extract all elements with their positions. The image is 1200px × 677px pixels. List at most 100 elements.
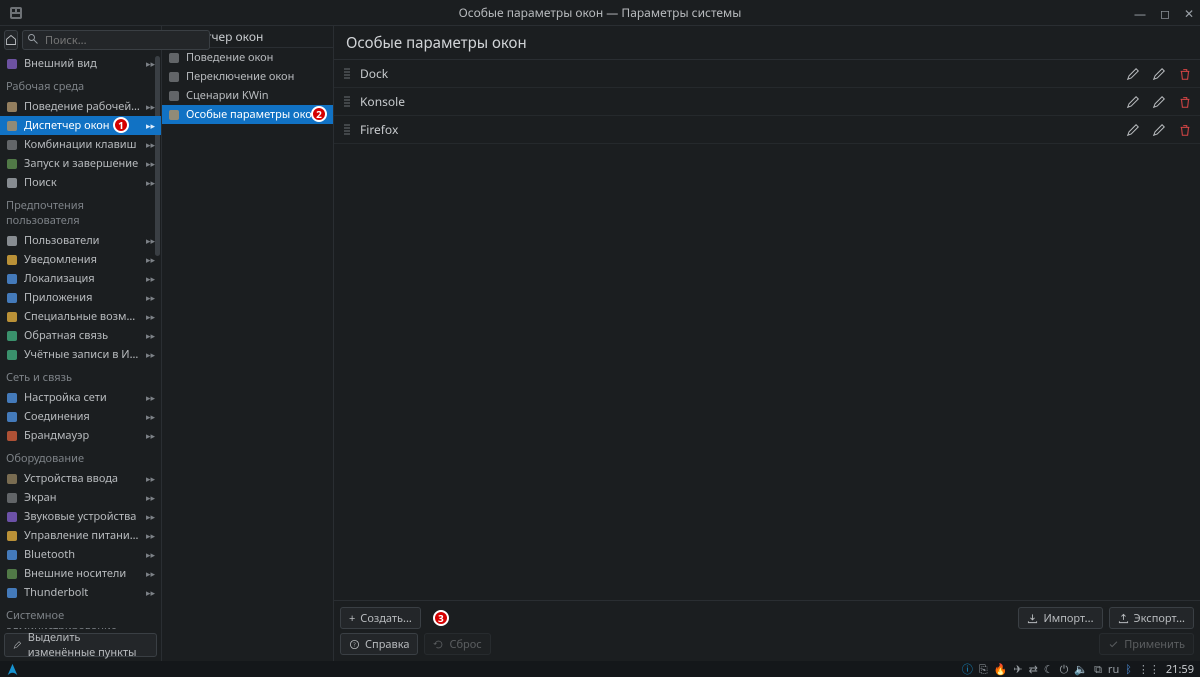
- page-title: Особые параметры окон: [334, 26, 1200, 60]
- sidebar-item-label: Управление питанием: [24, 528, 140, 543]
- drag-handle-icon[interactable]: [342, 123, 352, 137]
- sidebar-item-removable[interactable]: Внешние носители▸▸: [0, 564, 161, 583]
- sidebar-item-workspace-behavior[interactable]: Поведение рабочей среды▸▸: [0, 97, 161, 116]
- flag-icon: [6, 273, 18, 285]
- tray-fire-icon[interactable]: 🔥: [994, 662, 1008, 677]
- sidebar-item-users[interactable]: Пользователи▸▸: [0, 231, 161, 250]
- sidebar-item-network[interactable]: Настройка сети▸▸: [0, 388, 161, 407]
- sidebar-item-label: Настройка сети: [24, 390, 140, 405]
- tray-sync-icon[interactable]: ⇄: [1029, 662, 1038, 677]
- apply-button[interactable]: Применить: [1099, 633, 1194, 655]
- tray-telegram-icon[interactable]: ✈: [1013, 662, 1022, 677]
- clock[interactable]: 21:59: [1166, 662, 1194, 677]
- duplicate-rule-button[interactable]: [1152, 123, 1166, 137]
- sidebar-item-display[interactable]: Экран▸▸: [0, 488, 161, 507]
- window-icon: [168, 52, 180, 64]
- tray-volume-icon[interactable]: 🔈: [1074, 662, 1088, 677]
- subsidebar-item-kwin-scripts[interactable]: Сценарии KWin: [162, 86, 333, 105]
- create-button-label: Создать...: [360, 611, 412, 626]
- sidebar-item-feedback[interactable]: Обратная связь▸▸: [0, 326, 161, 345]
- check-icon: [1108, 639, 1119, 650]
- sidebar-item-applications[interactable]: Приложения▸▸: [0, 288, 161, 307]
- sidebar-item-online-accounts[interactable]: Учётные записи в Интернете▸▸: [0, 345, 161, 364]
- export-button[interactable]: Экспорт...: [1109, 607, 1194, 629]
- home-button[interactable]: [4, 30, 18, 50]
- sidebar-item-regional[interactable]: Локализация▸▸: [0, 269, 161, 288]
- subsidebar-item-label: Сценарии KWin: [186, 88, 327, 103]
- subsidebar-item-window-rules[interactable]: Особые параметры окон2: [162, 105, 333, 124]
- bell-icon: [6, 254, 18, 266]
- sidebar-item-accessibility[interactable]: Специальные возможности▸▸: [0, 307, 161, 326]
- minimize-button[interactable]: —: [1134, 5, 1146, 22]
- delete-rule-button[interactable]: [1178, 95, 1192, 109]
- sidebar-item-startup[interactable]: Запуск и завершение▸▸: [0, 154, 161, 173]
- rule-row[interactable]: Konsole: [334, 88, 1200, 116]
- rule-row[interactable]: Dock: [334, 60, 1200, 88]
- reset-button[interactable]: Сброс: [424, 633, 490, 655]
- sidebar-item-bluetooth[interactable]: Bluetooth▸▸: [0, 545, 161, 564]
- duplicate-rule-button[interactable]: [1152, 67, 1166, 81]
- sidebar-item-appearance[interactable]: Внешний вид▸▸: [0, 54, 161, 73]
- sidebar-category-header: Оборудование: [0, 445, 161, 469]
- connections-icon: [6, 411, 18, 423]
- keyboard-layout[interactable]: ru: [1108, 662, 1119, 677]
- arch-icon: [6, 663, 19, 676]
- sidebar-item-label: Специальные возможности: [24, 309, 140, 324]
- sidebar-item-connections[interactable]: Соединения▸▸: [0, 407, 161, 426]
- sidebar-item-input[interactable]: Устройства ввода▸▸: [0, 469, 161, 488]
- subsidebar-item-task-switcher[interactable]: Переключение окон: [162, 67, 333, 86]
- import-button[interactable]: Импорт...: [1018, 607, 1102, 629]
- tray-network-icon[interactable]: ⧉: [1094, 662, 1102, 677]
- tb-icon: [6, 587, 18, 599]
- close-button[interactable]: ✕: [1184, 5, 1194, 22]
- tray-bluetooth-icon[interactable]: ᛒ: [1125, 662, 1132, 677]
- import-icon: [1027, 613, 1038, 624]
- chevron-right-icon: ▸▸: [146, 138, 155, 151]
- chevron-right-icon: ▸▸: [146, 234, 155, 247]
- sidebar-item-shortcuts[interactable]: Комбинации клавиш▸▸: [0, 135, 161, 154]
- maximize-button[interactable]: ◻: [1160, 5, 1170, 22]
- sidebar-item-search[interactable]: Поиск▸▸: [0, 173, 161, 192]
- tray-night-icon[interactable]: ☾: [1044, 662, 1054, 677]
- export-icon: [1118, 613, 1129, 624]
- highlight-changed-button[interactable]: Выделить изменённые пункты: [4, 633, 157, 657]
- tray-power-icon[interactable]: ⏻: [1060, 662, 1069, 677]
- sidebar-item-firewall[interactable]: Брандмауэр▸▸: [0, 426, 161, 445]
- sidebar-item-label: Внешний вид: [24, 56, 140, 71]
- drag-handle-icon[interactable]: [342, 95, 352, 109]
- sidebar-item-window-management[interactable]: Диспетчер окон▸▸1: [0, 116, 161, 135]
- drag-handle-icon[interactable]: [342, 67, 352, 81]
- a11y-icon: [6, 311, 18, 323]
- start-button[interactable]: [6, 663, 19, 676]
- delete-rule-button[interactable]: [1178, 123, 1192, 137]
- rule-row[interactable]: Firefox: [334, 116, 1200, 144]
- sidebar-item-label: Внешние носители: [24, 566, 140, 581]
- titlebar: Особые параметры окон — Параметры систем…: [0, 0, 1200, 26]
- tray-wifi-icon[interactable]: ⋮⋮: [1138, 662, 1160, 677]
- chevron-right-icon: ▸▸: [146, 491, 155, 504]
- delete-rule-button[interactable]: [1178, 67, 1192, 81]
- sidebar-search-input[interactable]: [22, 30, 210, 50]
- tray-clipboard-icon[interactable]: ⎘: [979, 662, 988, 677]
- sidebar-item-thunderbolt[interactable]: Thunderbolt▸▸: [0, 583, 161, 602]
- edit-rule-button[interactable]: [1126, 123, 1140, 137]
- rule-list: DockKonsoleFirefox: [334, 60, 1200, 600]
- chevron-right-icon: ▸▸: [146, 510, 155, 523]
- sidebar-item-label: Запуск и завершение: [24, 156, 140, 171]
- audio-icon: [6, 511, 18, 523]
- edit-rule-button[interactable]: [1126, 67, 1140, 81]
- pencil-icon: [13, 639, 22, 651]
- chevron-right-icon: ▸▸: [146, 348, 155, 361]
- sidebar-item-audio[interactable]: Звуковые устройства▸▸: [0, 507, 161, 526]
- duplicate-rule-button[interactable]: [1152, 95, 1166, 109]
- svg-text:?: ?: [353, 640, 356, 648]
- edit-rule-button[interactable]: [1126, 95, 1140, 109]
- help-button[interactable]: ? Справка: [340, 633, 418, 655]
- sidebar-item-power[interactable]: Управление питанием▸▸: [0, 526, 161, 545]
- sidebar-item-notifications[interactable]: Уведомления▸▸: [0, 250, 161, 269]
- create-button[interactable]: + Создать...: [340, 607, 421, 629]
- chevron-right-icon: ▸▸: [146, 176, 155, 189]
- tray-info-icon[interactable]: ⓘ: [962, 661, 973, 677]
- input-icon: [6, 473, 18, 485]
- subsidebar-item-window-behavior[interactable]: Поведение окон: [162, 48, 333, 67]
